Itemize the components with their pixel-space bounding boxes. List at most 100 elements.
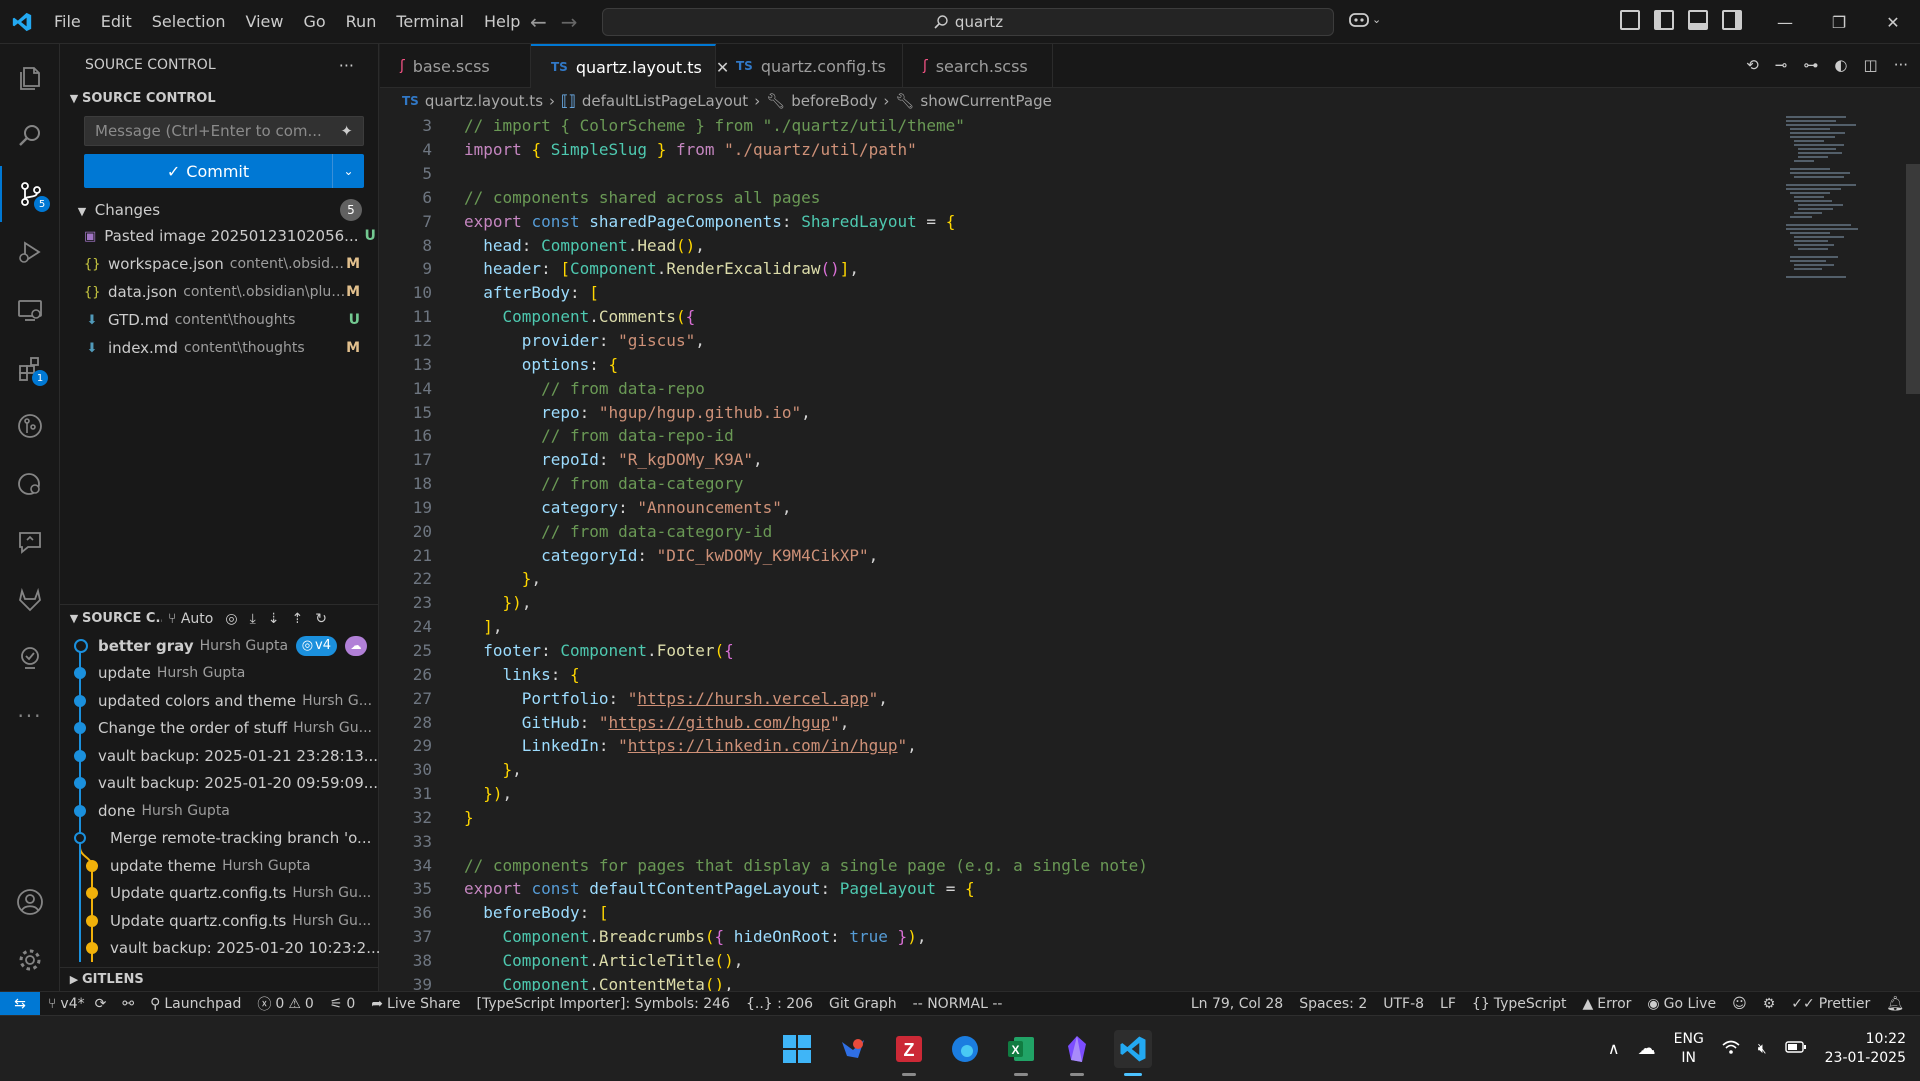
clock[interactable]: 10:22 23-01-2025: [1825, 1030, 1906, 1068]
status-error[interactable]: ▲ Error: [1575, 996, 1640, 1012]
changes-group-header[interactable]: ▼ Changes 5: [60, 198, 378, 222]
gitlens-inspect-icon[interactable]: ◐: [1834, 56, 1847, 74]
more-actions-icon[interactable]: ···: [339, 56, 354, 75]
commit-icon[interactable]: ⊸: [1775, 56, 1788, 74]
commit-row[interactable]: Merge remote-tracking branch 'o...: [60, 825, 379, 853]
commit-row[interactable]: done Hursh Gupta: [60, 797, 379, 825]
commit-row[interactable]: update Hursh Gupta: [60, 660, 379, 688]
tab-search-scss[interactable]: ʃ search.scss: [903, 44, 1053, 88]
settings-gear-icon[interactable]: [0, 932, 60, 988]
gitlens-icon[interactable]: [0, 398, 60, 454]
toggle-panel-icon[interactable]: [1688, 10, 1708, 30]
commit-dropdown-button[interactable]: ⌄: [332, 154, 364, 188]
status-git-icon[interactable]: ⚯: [114, 996, 142, 1012]
changed-file-row[interactable]: ⬇ GTD.md content\thoughts U: [60, 306, 378, 334]
breadcrumb-file[interactable]: quartz.layout.ts: [425, 92, 543, 110]
volume-muted-icon[interactable]: 🔇︎: [1758, 1041, 1767, 1057]
breadcrumb-symbol-layout[interactable]: defaultListPageLayout: [582, 92, 748, 110]
status-git-graph[interactable]: Git Graph: [821, 996, 905, 1012]
source-control-graph-header[interactable]: ▼ SOURCE C... ⑂ Auto ◎ ⤓ ⇣ ⇡ ↻: [60, 604, 379, 632]
status-language[interactable]: {} TypeScript: [1464, 996, 1575, 1012]
search-icon[interactable]: [0, 108, 60, 164]
notifications-bell-icon[interactable]: 🔔︎: [1878, 996, 1912, 1012]
status-problems[interactable]: ⓧ 0 ⚠ 0: [249, 994, 321, 1014]
commit-row[interactable]: update theme Hursh Gupta: [60, 852, 379, 880]
zotero-app-icon[interactable]: Z: [890, 1030, 928, 1076]
obsidian-app-icon[interactable]: [1058, 1030, 1096, 1076]
run-debug-icon[interactable]: [0, 224, 60, 280]
status-ts-importer[interactable]: [TypeScript Importer]: Symbols: 246: [468, 996, 737, 1012]
status-cursor-position[interactable]: Ln 79, Col 28: [1183, 996, 1291, 1012]
status-ports[interactable]: ⚟ 0: [322, 996, 363, 1012]
menu-selection[interactable]: Selection: [142, 0, 236, 44]
code-editor[interactable]: 3 // import { ColorScheme } from "./quart…: [380, 114, 1780, 993]
more-actions-icon[interactable]: ···: [1894, 56, 1908, 74]
tab-quartz-config[interactable]: TS quartz.config.ts: [716, 44, 903, 88]
source-control-icon[interactable]: 5: [0, 166, 60, 222]
excel-app-icon[interactable]: X: [1002, 1030, 1040, 1076]
breadcrumb-symbol-showcurrentpage[interactable]: showCurrentPage: [920, 92, 1051, 110]
sparkle-icon[interactable]: ✦: [340, 122, 353, 140]
menu-edit[interactable]: Edit: [91, 0, 142, 44]
source-control-section-header[interactable]: ▼ SOURCE CONTROL: [60, 86, 378, 110]
status-launchpad[interactable]: ⚲ Launchpad: [142, 996, 249, 1012]
chevron-up-icon[interactable]: ∧: [1608, 1039, 1620, 1058]
close-icon[interactable]: ✕: [1866, 0, 1920, 44]
commit-message-input[interactable]: Message (Ctrl+Enter to com... ✦: [84, 116, 364, 146]
commit-row[interactable]: Update quartz.config.ts Hursh Gu...: [60, 907, 379, 935]
language-indicator[interactable]: ENG IN: [1674, 1030, 1704, 1068]
gitlens-inspect-icon[interactable]: [0, 456, 60, 512]
commit-row[interactable]: vault backup: 2025-01-20 10:23:2...: [60, 935, 379, 963]
xmind-app-icon[interactable]: [834, 1030, 872, 1068]
explorer-icon[interactable]: [0, 50, 60, 106]
minimize-icon[interactable]: —: [1758, 0, 1812, 44]
status-prettier[interactable]: ✓✓ Prettier: [1783, 996, 1878, 1012]
edge-app-icon[interactable]: [946, 1030, 984, 1068]
back-arrow-icon[interactable]: ←: [530, 10, 547, 34]
gitlab-icon[interactable]: [0, 572, 60, 628]
commit-button[interactable]: ✓ Commit: [84, 154, 332, 188]
toggle-secondary-sidebar-icon[interactable]: [1722, 10, 1742, 30]
timeline-back-icon[interactable]: ⟲: [1746, 56, 1759, 74]
status-go-live[interactable]: ◉ Go Live: [1639, 996, 1724, 1012]
copilot-menu[interactable]: ⌄: [1348, 10, 1381, 28]
onedrive-cloud-icon[interactable]: ☁: [1638, 1038, 1656, 1059]
windows-start-icon[interactable]: [778, 1030, 816, 1068]
target-icon[interactable]: ◎: [225, 611, 237, 627]
vscode-app-icon[interactable]: [1114, 1029, 1152, 1076]
status-braces[interactable]: {..} : 206: [738, 996, 821, 1012]
commit-row[interactable]: Change the order of stuff Hursh Gu...: [60, 715, 379, 743]
gitlens-section-header[interactable]: ▶ GITLENS: [60, 967, 379, 991]
settings-sync-icon[interactable]: ⚙: [1755, 996, 1784, 1012]
battery-icon[interactable]: [1784, 1040, 1807, 1058]
account-icon[interactable]: [0, 874, 60, 930]
commit-row[interactable]: vault backup: 2025-01-20 09:59:09...: [60, 770, 379, 798]
copilot-status-icon[interactable]: ☺: [1724, 996, 1755, 1012]
command-center[interactable]: quartz: [602, 8, 1334, 36]
status-eol[interactable]: LF: [1432, 996, 1464, 1012]
forward-arrow-icon[interactable]: →: [561, 10, 578, 34]
chat-icon[interactable]: [0, 514, 60, 570]
status-indentation[interactable]: Spaces: 2: [1291, 996, 1375, 1012]
status-encoding[interactable]: UTF-8: [1375, 996, 1432, 1012]
minimap[interactable]: [1782, 114, 1892, 354]
branch-icon[interactable]: ⑂ Auto: [168, 611, 213, 627]
changed-file-row[interactable]: {} data.json content\.obsidian\plug... M: [60, 278, 378, 306]
more-icon[interactable]: ···: [0, 688, 60, 744]
commit-row[interactable]: better gray Hursh Gupta ◎ v4 ☁: [60, 632, 379, 660]
changed-file-row[interactable]: ▣ Pasted image 20250123102056... U: [60, 222, 378, 250]
menu-run[interactable]: Run: [336, 0, 387, 44]
vertical-scrollbar[interactable]: [1906, 164, 1920, 394]
open-changes-icon[interactable]: ⊶: [1803, 56, 1818, 74]
pull-icon[interactable]: ⇣: [268, 611, 280, 627]
commit-row[interactable]: updated colors and theme Hursh G...: [60, 687, 379, 715]
menu-file[interactable]: File: [44, 0, 91, 44]
menu-terminal[interactable]: Terminal: [386, 0, 474, 44]
menu-help[interactable]: Help: [474, 0, 530, 44]
testing-icon[interactable]: [0, 630, 60, 686]
toggle-primary-sidebar-icon[interactable]: [1654, 10, 1674, 30]
changed-file-row[interactable]: ⬇ index.md content\thoughts M: [60, 334, 378, 362]
breadcrumb-symbol-beforebody[interactable]: beforeBody: [791, 92, 877, 110]
customize-layout-icon[interactable]: [1620, 10, 1640, 30]
refresh-icon[interactable]: ↻: [315, 611, 327, 627]
